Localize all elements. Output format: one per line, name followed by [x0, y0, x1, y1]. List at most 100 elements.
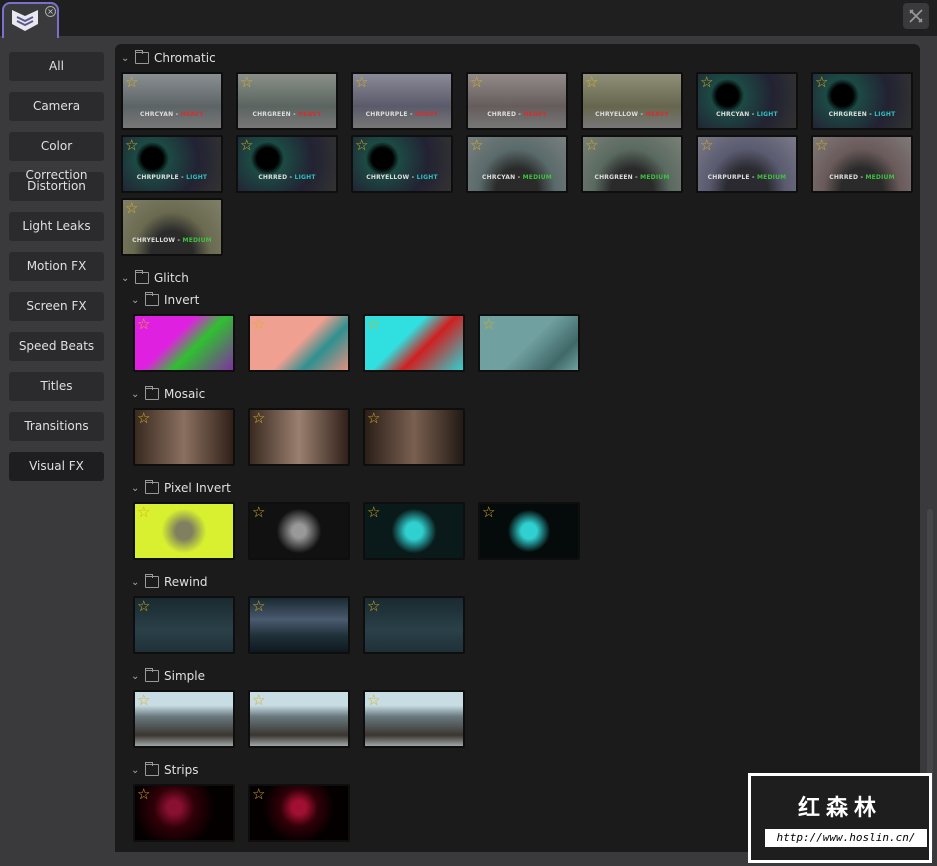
favorite-star-icon[interactable]: ☆	[137, 787, 150, 802]
effect-thumbnail[interactable]: ☆ CHRCYAN - HEAVY	[121, 72, 223, 130]
effect-thumbnail[interactable]: ☆ CHRGREEN - HEAVY	[236, 72, 338, 130]
effect-thumbnail[interactable]: ☆	[133, 784, 235, 842]
sidebar-item-color-correction[interactable]: Color Correction	[9, 132, 104, 182]
effect-thumbnail[interactable]: ☆ CHRGREEN - LIGHT	[811, 72, 913, 130]
favorite-star-icon[interactable]: ☆	[137, 693, 150, 708]
sidebar-item-all[interactable]: All	[9, 52, 104, 81]
chevron-down-icon[interactable]: ⌄	[131, 765, 145, 776]
sidebar-item-visual-fx[interactable]: Visual FX	[9, 452, 104, 481]
watermark-url: http://www.hoslin.cn/	[765, 829, 927, 847]
chevron-down-icon[interactable]: ⌄	[131, 389, 145, 400]
favorite-star-icon[interactable]: ☆	[585, 138, 598, 153]
effect-thumbnail[interactable]: ☆	[248, 408, 350, 466]
sidebar-item-transitions[interactable]: Transitions	[9, 412, 104, 441]
favorite-star-icon[interactable]: ☆	[815, 138, 828, 153]
favorite-star-icon[interactable]: ☆	[125, 75, 138, 90]
effect-thumbnail[interactable]: ☆ CHRYELLOW - HEAVY	[581, 72, 683, 130]
chevron-down-icon[interactable]: ⌄	[131, 295, 145, 306]
effect-thumbnail[interactable]: ☆	[133, 408, 235, 466]
favorite-star-icon[interactable]: ☆	[585, 75, 598, 90]
effect-thumbnail[interactable]: ☆ CHRGREEN - MEDIUM	[581, 135, 683, 193]
effect-thumbnail[interactable]: ☆	[133, 690, 235, 748]
tab-close-icon[interactable]: ×	[45, 6, 56, 17]
favorite-star-icon[interactable]: ☆	[367, 505, 380, 520]
effect-thumbnail[interactable]: ☆	[133, 502, 235, 560]
favorite-star-icon[interactable]: ☆	[252, 599, 265, 614]
chevron-down-icon[interactable]: ⌄	[131, 577, 145, 588]
chevron-down-icon[interactable]: ⌄	[121, 273, 135, 284]
effect-thumbnail[interactable]: ☆ CHRRED - MEDIUM	[811, 135, 913, 193]
effect-thumbnail[interactable]: ☆	[478, 314, 580, 372]
effect-thumbnail[interactable]: ☆	[363, 314, 465, 372]
sidebar-item-speed-beats[interactable]: Speed Beats	[9, 332, 104, 361]
effect-name: CHRRED -	[487, 111, 524, 118]
favorite-star-icon[interactable]: ☆	[125, 138, 138, 153]
favorite-star-icon[interactable]: ☆	[137, 317, 150, 332]
favorite-star-icon[interactable]: ☆	[470, 138, 483, 153]
favorite-star-icon[interactable]: ☆	[482, 317, 495, 332]
group-header[interactable]: ⌄ Simple	[131, 668, 920, 684]
favorite-star-icon[interactable]: ☆	[252, 693, 265, 708]
effect-thumbnail[interactable]: ☆ CHRPURPLE - MEDIUM	[696, 135, 798, 193]
favorite-star-icon[interactable]: ☆	[367, 599, 380, 614]
group-header[interactable]: ⌄ Rewind	[131, 574, 920, 590]
group-header[interactable]: ⌄ Pixel Invert	[131, 480, 920, 496]
effect-thumbnail[interactable]: ☆ CHRYELLOW - LIGHT	[351, 135, 453, 193]
favorite-star-icon[interactable]: ☆	[240, 75, 253, 90]
favorite-star-icon[interactable]: ☆	[482, 505, 495, 520]
favorite-star-icon[interactable]: ☆	[355, 138, 368, 153]
favorite-star-icon[interactable]: ☆	[252, 787, 265, 802]
effect-thumbnail[interactable]: ☆ CHRCYAN - LIGHT	[696, 72, 798, 130]
group-header[interactable]: ⌄ Glitch	[121, 270, 920, 286]
effect-thumbnail[interactable]: ☆ CHRRED - HEAVY	[466, 72, 568, 130]
favorite-star-icon[interactable]: ☆	[137, 411, 150, 426]
effect-thumbnail[interactable]: ☆	[133, 314, 235, 372]
sidebar-item-screen-fx[interactable]: Screen FX	[9, 292, 104, 321]
favorite-star-icon[interactable]: ☆	[125, 201, 138, 216]
favorite-star-icon[interactable]: ☆	[252, 317, 265, 332]
app-tab[interactable]: ×	[2, 2, 59, 38]
group-header[interactable]: ⌄ Chromatic	[121, 50, 920, 66]
effect-thumbnail[interactable]: ☆	[478, 502, 580, 560]
chevron-down-icon[interactable]: ⌄	[131, 671, 145, 682]
sidebar-item-distortion[interactable]: Distortion	[9, 172, 104, 201]
effect-thumbnail[interactable]: ☆	[363, 408, 465, 466]
favorite-star-icon[interactable]: ☆	[470, 75, 483, 90]
favorite-star-icon[interactable]: ☆	[700, 75, 713, 90]
effect-thumbnail[interactable]: ☆ CHRYELLOW - MEDIUM	[121, 198, 223, 256]
effect-thumbnail[interactable]: ☆	[363, 596, 465, 654]
favorite-star-icon[interactable]: ☆	[815, 75, 828, 90]
effect-thumbnail[interactable]: ☆ CHRPURPLE - HEAVY	[351, 72, 453, 130]
sidebar-item-titles[interactable]: Titles	[9, 372, 104, 401]
effect-thumbnail[interactable]: ☆	[133, 596, 235, 654]
favorite-star-icon[interactable]: ☆	[355, 75, 368, 90]
effect-thumbnail[interactable]: ☆ CHRRED - LIGHT	[236, 135, 338, 193]
effect-thumbnail[interactable]: ☆	[363, 502, 465, 560]
favorite-star-icon[interactable]: ☆	[137, 505, 150, 520]
sidebar-item-camera[interactable]: Camera	[9, 92, 104, 121]
favorite-star-icon[interactable]: ☆	[367, 317, 380, 332]
sidebar-item-light-leaks[interactable]: Light Leaks	[9, 212, 104, 241]
group-header[interactable]: ⌄ Invert	[131, 292, 920, 308]
scrollbar[interactable]	[924, 44, 935, 852]
favorite-star-icon[interactable]: ☆	[700, 138, 713, 153]
favorite-star-icon[interactable]: ☆	[137, 599, 150, 614]
sidebar-item-motion-fx[interactable]: Motion FX	[9, 252, 104, 281]
favorite-star-icon[interactable]: ☆	[240, 138, 253, 153]
effect-thumbnail[interactable]: ☆	[248, 314, 350, 372]
effect-thumbnail[interactable]: ☆ CHRPURPLE - LIGHT	[121, 135, 223, 193]
effect-thumbnail[interactable]: ☆	[248, 502, 350, 560]
effect-thumbnail[interactable]: ☆	[363, 690, 465, 748]
favorite-star-icon[interactable]: ☆	[252, 411, 265, 426]
favorite-star-icon[interactable]: ☆	[367, 411, 380, 426]
favorite-star-icon[interactable]: ☆	[252, 505, 265, 520]
effect-thumbnail[interactable]: ☆	[248, 690, 350, 748]
tools-button[interactable]	[903, 3, 929, 29]
chevron-down-icon[interactable]: ⌄	[131, 483, 145, 494]
chevron-down-icon[interactable]: ⌄	[121, 53, 135, 64]
effect-thumbnail[interactable]: ☆	[248, 784, 350, 842]
favorite-star-icon[interactable]: ☆	[367, 693, 380, 708]
effect-thumbnail[interactable]: ☆ CHRCYAN - MEDIUM	[466, 135, 568, 193]
effect-thumbnail[interactable]: ☆	[248, 596, 350, 654]
group-header[interactable]: ⌄ Mosaic	[131, 386, 920, 402]
